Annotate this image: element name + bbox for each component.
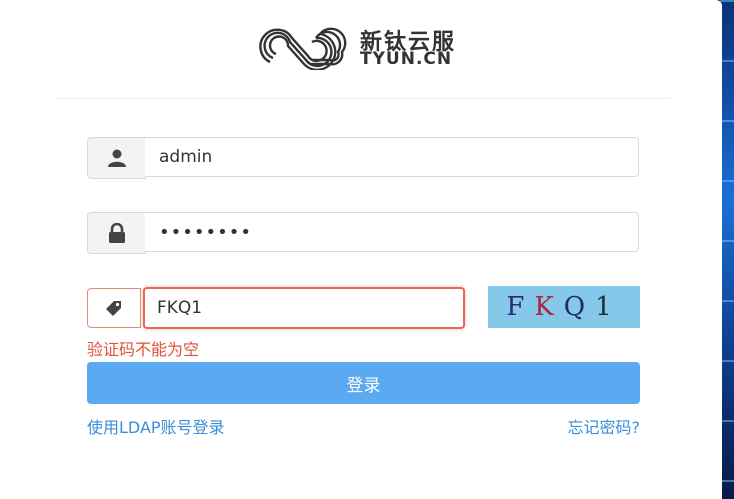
password-input[interactable] <box>145 212 639 252</box>
cloud-infinity-icon <box>259 27 347 70</box>
brand-logo: 新钛云服 TYUN.CN <box>250 22 490 74</box>
ldap-login-link[interactable]: 使用LDAP账号登录 <box>87 414 225 438</box>
username-input[interactable] <box>145 137 639 177</box>
background-light-streaks <box>720 0 734 499</box>
captcha-addon <box>87 288 141 328</box>
captcha-error-message: 验证码不能为空 <box>87 340 200 359</box>
captcha-input[interactable] <box>143 287 465 329</box>
captcha-char: Q <box>563 292 596 322</box>
lock-icon <box>108 223 125 243</box>
login-button[interactable]: 登录 <box>87 362 640 404</box>
captcha-char: 1 <box>595 292 622 322</box>
brand-name-en: TYUN.CN <box>360 49 453 69</box>
captcha-char: F <box>506 292 535 322</box>
password-addon <box>87 212 146 254</box>
tag-icon <box>106 301 121 316</box>
password-group <box>87 212 640 254</box>
user-icon <box>107 149 126 167</box>
login-card: 新钛云服 TYUN.CN F K Q <box>0 0 722 499</box>
username-group <box>87 137 640 179</box>
username-addon <box>87 137 146 179</box>
captcha-image[interactable]: F K Q 1 <box>488 286 640 328</box>
header-divider <box>56 98 670 99</box>
captcha-char: K <box>534 292 564 322</box>
forgot-password-link[interactable]: 忘记密码? <box>568 414 641 438</box>
